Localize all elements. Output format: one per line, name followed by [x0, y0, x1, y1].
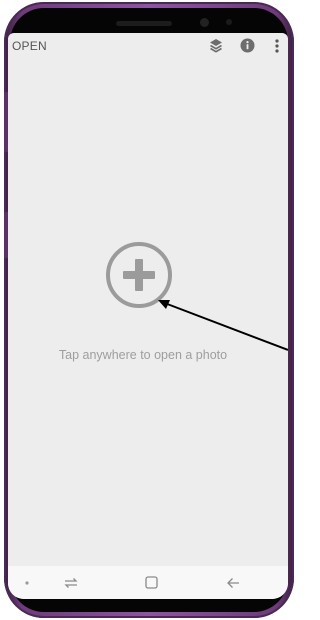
back-icon[interactable] — [218, 566, 248, 599]
add-photo-icon[interactable] — [106, 242, 172, 308]
open-photo-hint: Tap anywhere to open a photo — [58, 348, 228, 362]
earpiece — [116, 21, 172, 26]
nav-dot-indicator — [22, 566, 32, 599]
layers-icon[interactable] — [209, 38, 223, 59]
android-nav-bar — [8, 566, 288, 599]
home-icon[interactable] — [136, 566, 166, 599]
proximity-sensor — [226, 19, 232, 25]
recents-icon[interactable] — [56, 566, 86, 599]
app-screen: OPEN Tap anywhere to open a photo — [8, 33, 288, 599]
front-camera — [200, 18, 209, 27]
open-button[interactable]: OPEN — [12, 39, 47, 53]
more-vert-icon[interactable] — [274, 39, 280, 58]
info-icon[interactable] — [240, 38, 255, 58]
